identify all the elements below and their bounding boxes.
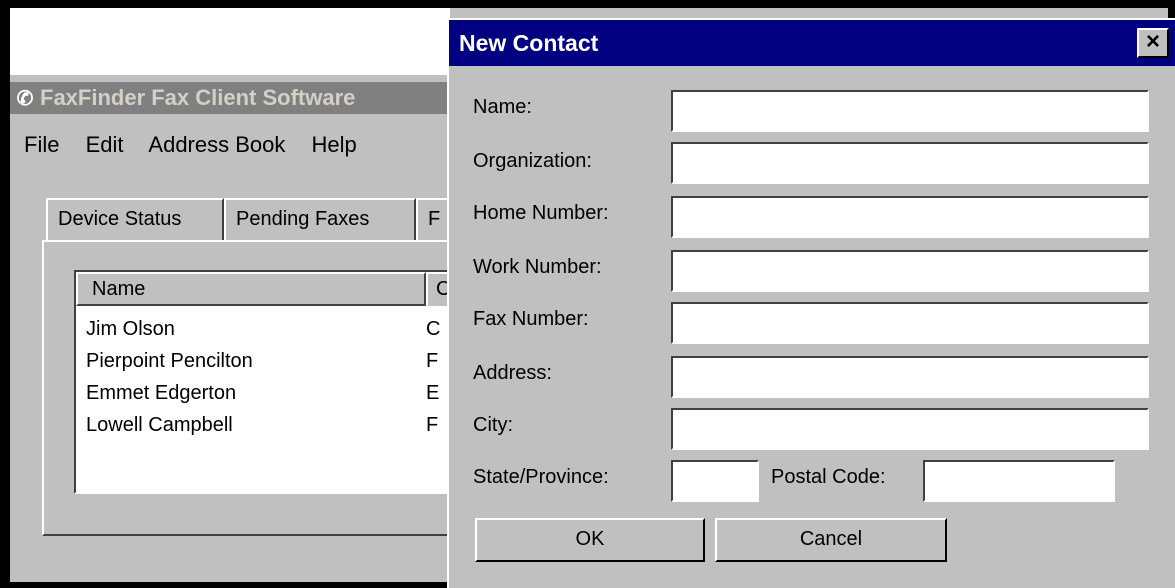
list-item-name: Pierpoint Pencilton (86, 350, 253, 372)
list-item-col2: F (426, 350, 439, 372)
list-item-col2: E (426, 382, 440, 404)
address-label: Address: (473, 362, 552, 384)
organization-label: Organization: (473, 150, 592, 172)
list-item-name: Emmet Edgerton (86, 382, 237, 404)
list-item[interactable]: Lowell Campbell F (86, 414, 438, 437)
fax-number-label: Fax Number: (473, 308, 589, 330)
list-item[interactable]: Emmet Edgerton E (86, 382, 439, 405)
close-button[interactable]: × (1137, 28, 1169, 58)
city-label: City: (473, 414, 513, 436)
ok-button[interactable]: OK (475, 518, 705, 562)
list-item-name: Lowell Campbell (86, 414, 233, 436)
postal-code-label: Postal Code: (771, 466, 886, 488)
menu-edit[interactable]: Edit (86, 132, 124, 157)
tab-device-status[interactable]: Device Status (46, 198, 224, 240)
blank-area (10, 8, 450, 75)
contact-list[interactable]: Name C Jim Olson C Pierpoint Pencilton F E… (74, 270, 464, 494)
tab-pending-faxes[interactable]: Pending Faxes (224, 198, 416, 240)
fax-icon: ✆ (16, 88, 34, 110)
menu-help[interactable]: Help (312, 132, 357, 157)
home-number-field[interactable] (671, 196, 1149, 238)
cancel-button[interactable]: Cancel (715, 518, 947, 562)
menu-bar: File Edit Address Book Help (24, 132, 377, 158)
city-field[interactable] (671, 408, 1149, 450)
work-number-field[interactable] (671, 250, 1149, 292)
app-title-bar: ✆ FaxFinder Fax Client Software (10, 82, 450, 114)
address-field[interactable] (671, 356, 1149, 398)
name-field[interactable] (671, 90, 1149, 132)
new-contact-dialog: New Contact × Name: Organization: Home N… (447, 18, 1175, 588)
column-header-name[interactable]: Name (76, 272, 426, 306)
state-province-field[interactable] (671, 460, 759, 502)
state-province-label: State/Province: (473, 466, 609, 488)
organization-field[interactable] (671, 142, 1149, 184)
list-item[interactable]: Jim Olson C (86, 318, 440, 341)
home-number-label: Home Number: (473, 202, 609, 224)
list-item[interactable]: Pierpoint Pencilton F (86, 350, 438, 373)
menu-address-book[interactable]: Address Book (148, 132, 285, 157)
list-item-col2: C (426, 318, 441, 340)
app-title: FaxFinder Fax Client Software (40, 85, 356, 110)
list-item-name: Jim Olson (86, 318, 175, 340)
work-number-label: Work Number: (473, 256, 602, 278)
dialog-title: New Contact (449, 20, 1175, 66)
name-label: Name: (473, 96, 532, 118)
menu-file[interactable]: File (24, 132, 59, 157)
list-item-col2: F (426, 414, 439, 436)
postal-code-field[interactable] (923, 460, 1115, 502)
fax-number-field[interactable] (671, 302, 1149, 344)
